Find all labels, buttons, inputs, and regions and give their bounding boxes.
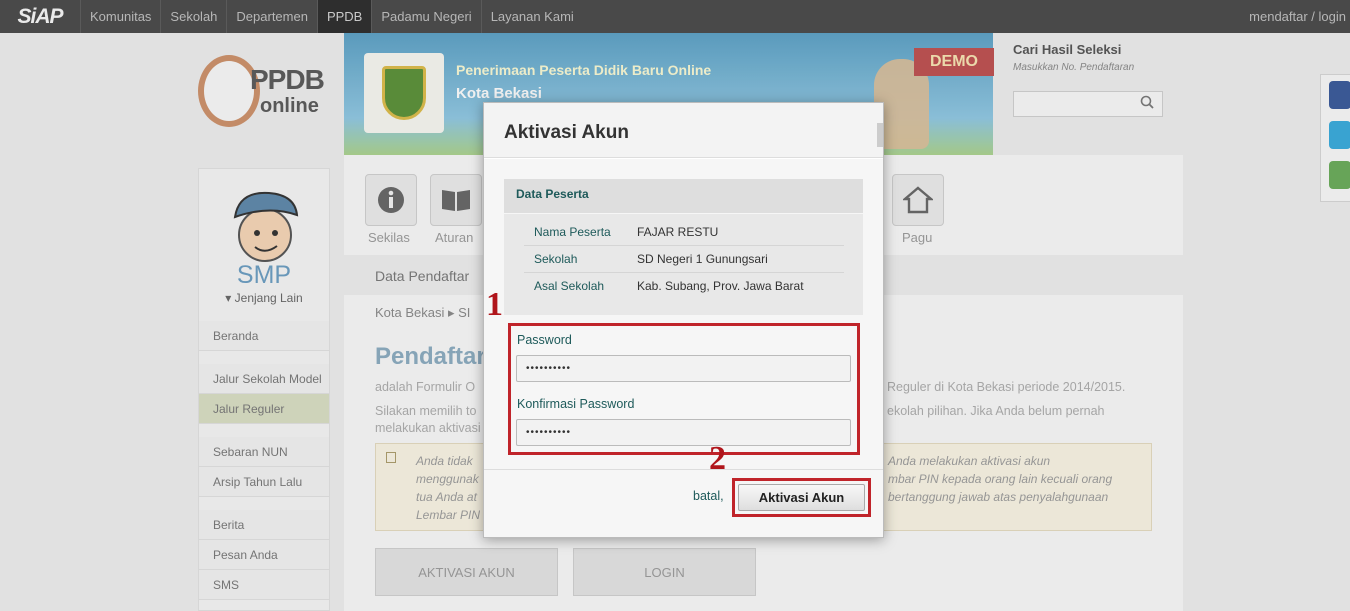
modal-divider bbox=[484, 469, 883, 470]
step-1-marker: 1 bbox=[486, 286, 503, 323]
step-2-marker: 2 bbox=[709, 440, 726, 477]
info-row-school: Sekolah SD Negeri 1 Gunungsari bbox=[524, 246, 844, 273]
info-key: Asal Sekolah bbox=[534, 279, 605, 293]
info-value: SD Negeri 1 Gunungsari bbox=[637, 252, 768, 266]
activate-account-button[interactable]: Aktivasi Akun bbox=[738, 484, 865, 511]
info-row-name: Nama Peserta FAJAR RESTU bbox=[524, 219, 844, 246]
info-key: Sekolah bbox=[534, 252, 578, 266]
section-title: Data Peserta bbox=[504, 179, 863, 213]
info-key: Nama Peserta bbox=[534, 225, 611, 239]
info-value: Kab. Subang, Prov. Jawa Barat bbox=[637, 279, 804, 293]
info-value: FAJAR RESTU bbox=[637, 225, 719, 239]
activation-modal: Aktivasi Akun Data Peserta Nama Peserta … bbox=[483, 102, 884, 538]
password-highlight-box bbox=[508, 323, 860, 455]
modal-title: Aktivasi Akun bbox=[504, 122, 629, 143]
cancel-link[interactable]: batal, bbox=[693, 489, 724, 503]
modal-header: Aktivasi Akun bbox=[484, 103, 883, 158]
participant-info: Nama Peserta FAJAR RESTU Sekolah SD Nege… bbox=[504, 214, 863, 315]
info-row-origin: Asal Sekolah Kab. Subang, Prov. Jawa Bar… bbox=[524, 273, 844, 300]
modal-scrollbar[interactable] bbox=[877, 123, 883, 147]
